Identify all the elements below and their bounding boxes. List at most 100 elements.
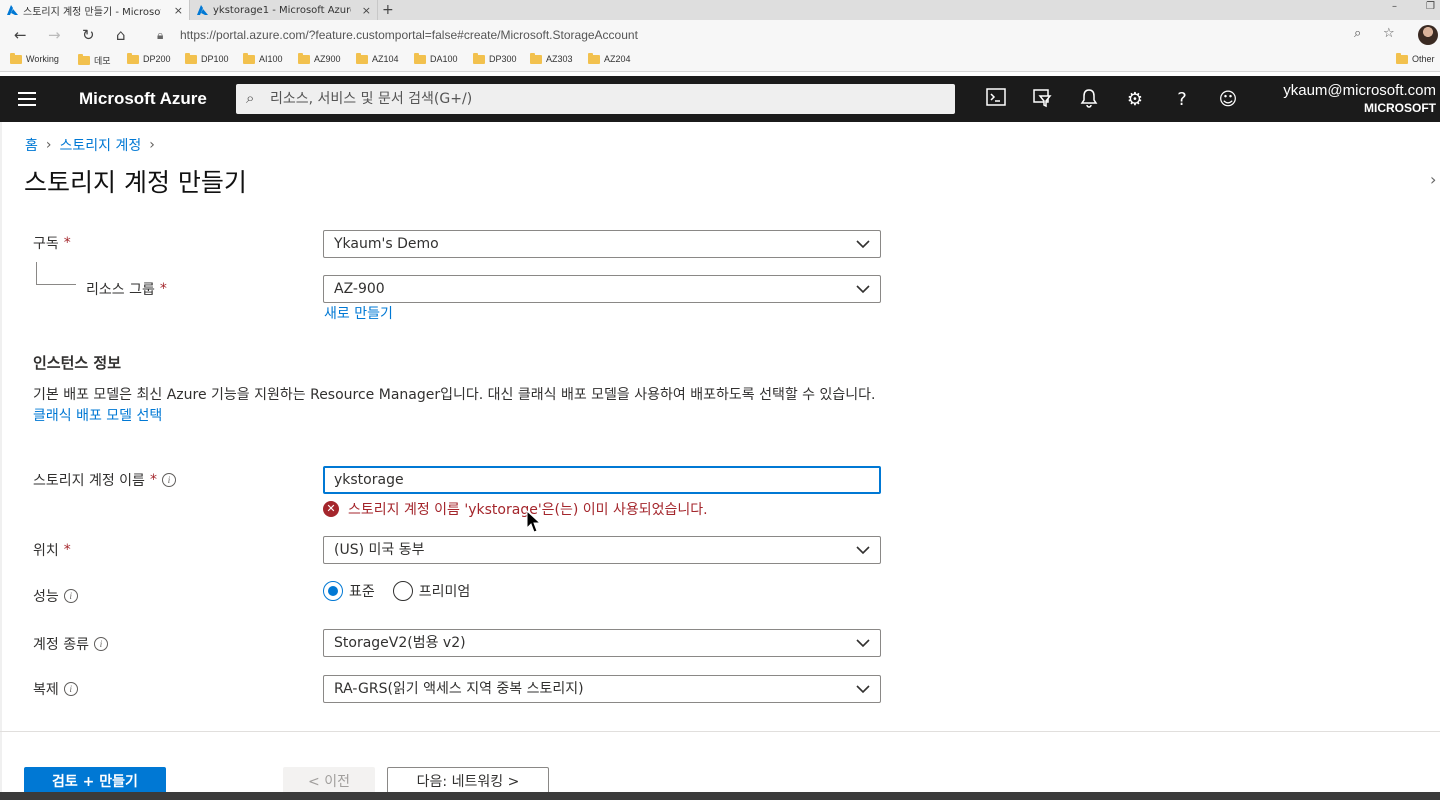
instance-details-heading: 인스턴스 정보 — [33, 354, 122, 372]
storage-name-label: 스토리지 계정 이름 * i — [33, 470, 176, 490]
hamburger-menu-icon[interactable] — [18, 92, 36, 106]
new-tab-button[interactable]: + — [382, 0, 394, 20]
notifications-bell-icon[interactable] — [1077, 88, 1101, 112]
bookmark-folder[interactable]: AZ204 — [588, 52, 631, 64]
home-icon[interactable]: ⌂ — [116, 26, 126, 44]
subscription-select[interactable]: Ykaum's Demo — [323, 230, 881, 258]
required-mark: * — [159, 281, 167, 297]
location-label: 위치 * — [33, 542, 71, 559]
storage-name-input[interactable] — [323, 466, 881, 494]
bookmark-folder[interactable]: Working — [10, 52, 59, 64]
folder-icon — [414, 52, 426, 64]
chevron-right-icon: › — [45, 137, 52, 153]
back-arrow-icon[interactable]: ← — [14, 26, 27, 44]
breadcrumb-home[interactable]: 홈 — [25, 135, 38, 155]
account-kind-label: 계정 종류 i — [33, 634, 108, 654]
storage-name-error: ✕ 스토리지 계정 이름 'ykstorage'은(는) 이미 사용되었습니다. — [323, 499, 708, 519]
feedback-smiley-icon[interactable]: ☺ — [1216, 88, 1240, 112]
folder-icon — [1396, 52, 1408, 64]
close-tab-icon[interactable]: × — [174, 4, 183, 17]
previous-button[interactable]: < 이전 — [283, 767, 375, 795]
folder-icon — [78, 54, 90, 65]
azure-logo-icon — [197, 5, 208, 15]
chevron-down-icon — [856, 685, 870, 694]
user-email: ykaum@microsoft.com — [1283, 82, 1436, 99]
bookmark-folder[interactable]: AZ303 — [530, 52, 573, 64]
help-question-icon[interactable]: ? — [1170, 88, 1194, 112]
bookmark-folder[interactable]: AZ104 — [356, 52, 399, 64]
subscription-value: Ykaum's Demo — [334, 236, 439, 252]
performance-premium-label[interactable]: 프리미엄 — [419, 581, 471, 601]
account-kind-select[interactable]: StorageV2(범용 v2) — [323, 629, 881, 657]
forward-arrow-icon[interactable]: → — [48, 26, 61, 44]
replication-select[interactable]: RA-GRS(읽기 액세스 지역 중복 스토리지) — [323, 675, 881, 703]
browser-tab-ykstorage1[interactable]: ykstorage1 - Microsoft Azure × — [190, 0, 378, 20]
bookmark-folder[interactable]: DP200 — [127, 52, 171, 64]
subscription-label: 구독 * — [33, 235, 71, 252]
bookmark-folder[interactable]: DP300 — [473, 52, 517, 64]
folder-icon — [356, 52, 368, 64]
chevron-right-icon[interactable]: › — [1430, 170, 1436, 189]
breadcrumb-storage-accounts[interactable]: 스토리지 계정 — [60, 135, 142, 155]
error-icon: ✕ — [323, 501, 339, 517]
footer-divider — [0, 731, 1440, 732]
classic-deployment-link[interactable]: 클래식 배포 모델 선택 — [33, 408, 162, 424]
folder-icon — [298, 52, 310, 64]
bookmark-folder[interactable]: AZ900 — [298, 52, 341, 64]
folder-icon — [185, 52, 197, 64]
bookmark-folder[interactable]: DP100 — [185, 52, 229, 64]
zoom-icon[interactable]: ⌕ — [1354, 26, 1361, 41]
next-networking-button[interactable]: 다음: 네트워킹 > — [387, 767, 549, 795]
resource-group-select[interactable]: AZ-900 — [323, 275, 881, 303]
tab-title: ykstorage1 - Microsoft Azure — [213, 4, 351, 16]
other-bookmarks[interactable]: Other — [1396, 52, 1435, 64]
review-create-button[interactable]: 검토 + 만들기 — [24, 767, 166, 795]
performance-standard-label[interactable]: 표준 — [349, 581, 375, 601]
global-search-input[interactable] — [270, 88, 940, 110]
info-icon[interactable]: i — [63, 682, 78, 696]
bookmark-folder[interactable]: 데모 — [78, 54, 111, 67]
chevron-down-icon — [856, 285, 870, 294]
info-icon[interactable]: i — [93, 637, 108, 651]
replication-value: RA-GRS(읽기 액세스 지역 중복 스토리지) — [334, 681, 584, 697]
restore-icon[interactable]: ❐ — [1426, 0, 1435, 14]
required-mark: * — [63, 542, 71, 558]
bookmarks-bar: Working 데모 DP200 DP100 AI100 AZ900 AZ104… — [0, 50, 1440, 72]
info-icon[interactable]: i — [63, 589, 78, 603]
chevron-down-icon — [856, 240, 870, 249]
folder-icon — [530, 52, 542, 64]
performance-premium-radio[interactable] — [392, 581, 413, 601]
folder-icon — [473, 52, 485, 64]
performance-radio-group: 표준 프리미엄 — [323, 581, 482, 601]
create-new-resource-group-link[interactable]: 새로 만들기 — [324, 303, 393, 323]
profile-avatar[interactable] — [1418, 25, 1438, 45]
directory-filter-icon[interactable] — [1030, 88, 1054, 112]
chevron-down-icon — [856, 546, 870, 555]
account-menu[interactable]: ykaum@microsoft.com MICROSOFT — [1283, 82, 1436, 116]
browser-tab-active[interactable]: 스토리지 계정 만들기 - Microsoft × — [0, 0, 190, 20]
refresh-icon[interactable]: ↻ — [82, 26, 95, 44]
account-kind-value: StorageV2(범용 v2) — [334, 635, 466, 651]
settings-gear-icon[interactable]: ⚙ — [1123, 88, 1147, 112]
performance-standard-radio[interactable] — [323, 581, 343, 601]
address-bar: ← → ↻ ⌂ 🔒︎ https://portal.azure.com/?fea… — [0, 20, 1440, 50]
favorite-star-icon[interactable]: ☆ — [1383, 26, 1395, 41]
azure-logo-icon — [7, 5, 18, 15]
required-mark: * — [149, 472, 157, 488]
url-text[interactable]: https://portal.azure.com/?feature.custom… — [180, 28, 638, 42]
location-value: (US) 미국 동부 — [334, 542, 425, 558]
cloud-shell-icon[interactable] — [984, 88, 1008, 112]
bookmark-folder[interactable]: AI100 — [243, 52, 283, 64]
bookmark-folder[interactable]: DA100 — [414, 52, 458, 64]
info-icon[interactable]: i — [161, 473, 176, 487]
global-search[interactable]: ⌕ — [236, 84, 955, 114]
chevron-right-icon: › — [149, 137, 155, 153]
lock-icon: 🔒︎ — [157, 28, 164, 42]
close-tab-icon[interactable]: × — [362, 4, 371, 17]
tree-connector — [36, 262, 37, 284]
location-select[interactable]: (US) 미국 동부 — [323, 536, 881, 564]
minimize-icon[interactable]: – — [1392, 0, 1397, 14]
portal-brand[interactable]: Microsoft Azure — [79, 89, 207, 109]
search-icon: ⌕ — [246, 89, 255, 107]
page-edge — [0, 122, 2, 792]
